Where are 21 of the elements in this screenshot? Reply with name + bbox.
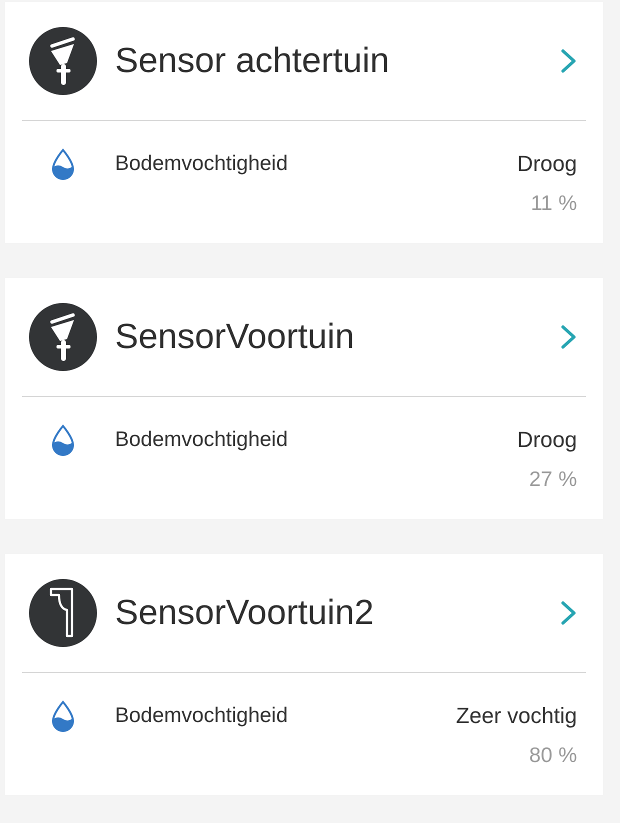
moisture-status: Zeer vochtig: [456, 702, 577, 730]
moisture-percentage: 11 %: [530, 191, 577, 217]
measurement-label: Bodemvochtigheid: [115, 151, 288, 177]
measurement-label: Bodemvochtigheid: [115, 703, 288, 729]
moisture-percentage: 80 %: [529, 743, 577, 769]
water-drop-icon: [50, 148, 76, 180]
sensor-name: SensorVoortuin: [115, 316, 354, 358]
water-drop-icon: [50, 700, 76, 732]
funnel-icon: [29, 27, 97, 95]
funnel-icon: [29, 303, 97, 371]
moisture-status: Droog: [517, 150, 577, 178]
measurement-label: Bodemvochtigheid: [115, 427, 288, 453]
chevron-right-icon[interactable]: [560, 601, 577, 625]
water-drop-icon: [50, 424, 76, 456]
sensor-name: Sensor achtertuin: [115, 40, 390, 82]
corner-bracket-icon: [29, 579, 97, 647]
moisture-percentage: 27 %: [529, 467, 577, 493]
chevron-right-icon[interactable]: [560, 325, 577, 349]
moisture-status: Droog: [517, 426, 577, 454]
sensor-name: SensorVoortuin2: [115, 592, 374, 634]
chevron-right-icon[interactable]: [560, 49, 577, 73]
